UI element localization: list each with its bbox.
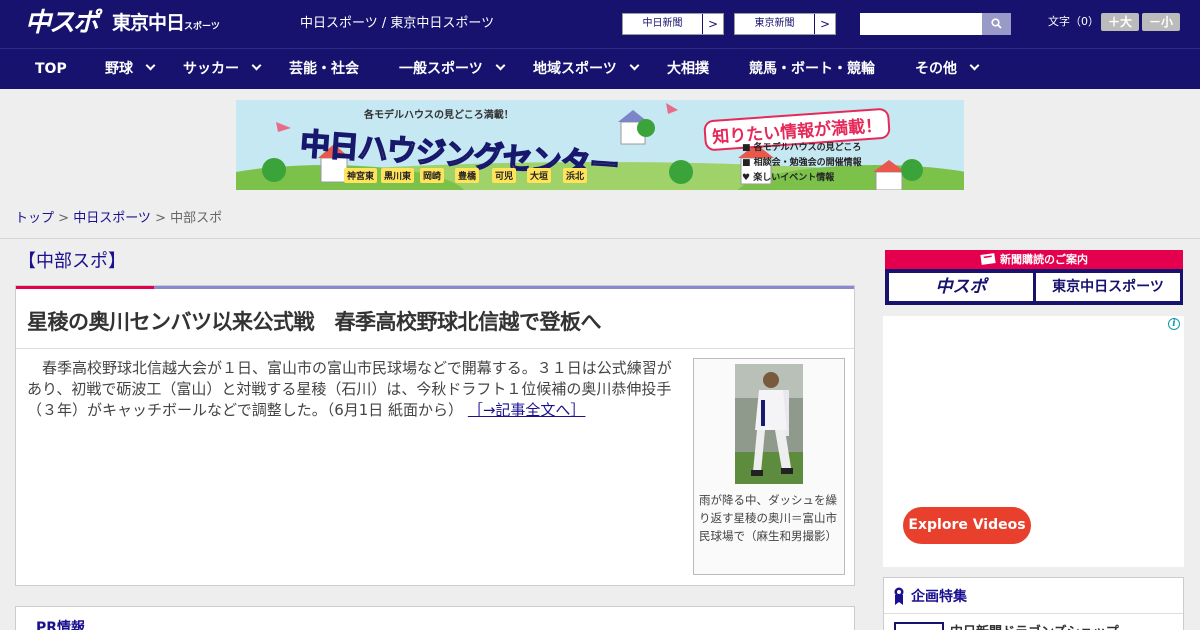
- search-button[interactable]: [982, 13, 1011, 35]
- subscribe-tokyo-chunichi-button[interactable]: 東京中日スポーツ: [1036, 273, 1180, 301]
- nav-item-racing[interactable]: 競馬・ボート・競輪: [749, 49, 875, 90]
- ad-info-icon[interactable]: i: [1168, 318, 1180, 330]
- banner-location: 豊橋: [455, 168, 480, 183]
- banner-bullet-text: 相談会・勉強会の開催情報: [753, 158, 862, 168]
- banner-location: 岡崎: [420, 168, 445, 183]
- banner-location: 神宮東: [344, 168, 378, 183]
- feature-item-link[interactable]: 中日新聞ドラゴンズショップ: [950, 621, 1119, 630]
- breadcrumb-separator: >: [150, 211, 171, 226]
- breadcrumb: トップ > 中日スポーツ > 中部スポ: [15, 210, 222, 228]
- banner-bullet: ♥ 楽しいイベント情報: [742, 173, 835, 183]
- feature-thumbnail[interactable]: [894, 622, 944, 630]
- nav-item-label: 一般スポーツ: [399, 61, 483, 77]
- banner-location: 可児: [492, 168, 517, 183]
- nav-item-other[interactable]: その他: [915, 49, 980, 90]
- chunichi-shimbun-button[interactable]: 中日新聞 >: [622, 13, 724, 35]
- nav-item-label: TOP: [35, 61, 67, 77]
- feature-section: 企画特集 中日新聞ドラゴンズショップ: [883, 577, 1184, 630]
- chevron-right-icon: >: [702, 14, 723, 34]
- tokyo-shimbun-label: 東京新聞: [754, 18, 795, 29]
- divider: [884, 613, 1183, 614]
- banner-top-text: 各モデルハウスの見どころ満載！: [364, 110, 514, 121]
- site-header: 中スポ 東京中日スポーツ 中日スポーツ / 東京中日スポーツ 中日新聞 > 東京新…: [0, 0, 1200, 48]
- nav-item-label: その他: [915, 61, 957, 77]
- banner-location: 大垣: [527, 168, 552, 183]
- chevron-down-icon: [969, 60, 980, 71]
- tokyo-chunichi-logo[interactable]: 東京中日スポーツ: [112, 10, 220, 40]
- chevron-down-icon: [145, 60, 156, 71]
- feature-title: 企画特集: [911, 589, 967, 605]
- explore-videos-button[interactable]: Explore Videos: [903, 507, 1031, 544]
- nav-item-local-sports[interactable]: 地域スポーツ: [533, 49, 640, 90]
- chevron-down-icon: [629, 60, 640, 71]
- nav-item-label: 野球: [105, 61, 133, 77]
- chevron-right-icon: >: [814, 14, 835, 34]
- banner-bullet-text: 各モデルハウスの見どころ: [753, 143, 862, 153]
- banner-location: 黒川東: [381, 168, 415, 183]
- nav-item-entertainment[interactable]: 芸能・社会: [289, 49, 359, 90]
- housing-center-ad-banner[interactable]: 各モデルハウスの見どころ満載！ 中日ハウジングセンター 知りたい情報が満載！ ■…: [236, 100, 964, 190]
- pr-title: PR情報: [36, 620, 86, 630]
- nav-item-label: 競馬・ボート・競輪: [749, 61, 875, 77]
- title-underline-accent: [16, 286, 154, 289]
- pr-section: PR情報: [15, 606, 855, 630]
- banner-bullet: ■ 各モデルハウスの見どころ: [742, 143, 862, 153]
- nav-item-soccer[interactable]: サッカー: [183, 49, 262, 90]
- breadcrumb-home-link[interactable]: トップ: [15, 211, 54, 226]
- tokyo-shimbun-button[interactable]: 東京新聞 >: [734, 13, 836, 35]
- banner-bullet: ■ 相談会・勉強会の開催情報: [742, 158, 862, 168]
- nav-item-baseball[interactable]: 野球: [105, 49, 156, 90]
- font-smaller-button[interactable]: －小: [1142, 13, 1180, 31]
- font-larger-button[interactable]: ＋大: [1101, 13, 1139, 31]
- nav-item-label: 地域スポーツ: [533, 61, 617, 77]
- subscription-header[interactable]: 新聞購読のご案内: [885, 250, 1183, 269]
- search-input[interactable]: [860, 13, 982, 35]
- category-title: 【中部スポ】: [18, 251, 126, 272]
- article-photo[interactable]: [735, 364, 803, 484]
- divider: [16, 348, 854, 349]
- site-name: 中日スポーツ / 東京中日スポーツ: [300, 16, 495, 31]
- chevron-down-icon: [495, 60, 506, 71]
- font-size-label: 文字（0）: [1048, 15, 1099, 28]
- banner-bullet-text: 楽しいイベント情報: [753, 173, 835, 183]
- breadcrumb-separator: >: [54, 211, 74, 226]
- chevron-down-icon: [251, 60, 262, 71]
- ribbon-icon: [894, 587, 904, 605]
- chuspo-logo[interactable]: 中スポ: [25, 6, 99, 40]
- nav-item-top[interactable]: TOP: [35, 49, 67, 90]
- article-body: 春季高校野球北信越大会が１日、富山市の富山市民球場などで開幕する。３１日は公式練…: [27, 358, 685, 421]
- read-more-link[interactable]: ［→記事全文へ］: [468, 401, 586, 419]
- breadcrumb-section-link[interactable]: 中日スポーツ: [73, 211, 151, 226]
- nav-item-label: 芸能・社会: [289, 61, 359, 77]
- divider: [0, 238, 1200, 239]
- video-ad: i Explore Videos: [883, 316, 1184, 567]
- tokyo-chunichi-logo-text: 東京中日: [112, 12, 185, 34]
- photo-caption: 雨が降る中、ダッシュを繰り返す星稜の奥川＝富山市民球場で（麻生和男撮影）: [699, 493, 837, 543]
- title-underline: [154, 286, 854, 289]
- subscription-header-text: 新聞購読のご案内: [1000, 253, 1088, 266]
- tokyo-chunichi-logo-small: スポーツ: [184, 22, 220, 32]
- nav-item-label: 大相撲: [667, 61, 709, 77]
- banner-location: 浜北: [563, 168, 588, 183]
- newspaper-icon: [980, 253, 996, 265]
- breadcrumb-current: 中部スポ: [170, 211, 223, 226]
- main-nav: TOP 野球 サッカー 芸能・社会 一般スポーツ 地域スポーツ 大相撲 競馬・ボ…: [0, 48, 1200, 89]
- subscription-box: 新聞購読のご案内 中スポ 東京中日スポーツ: [885, 250, 1183, 305]
- subscribe-chuspo-button[interactable]: 中スポ: [889, 273, 1033, 301]
- article-title[interactable]: 星稜の奥川センバツ以来公式戦 春季高校野球北信越で登板へ: [27, 308, 602, 336]
- article-card: 星稜の奥川センバツ以来公式戦 春季高校野球北信越で登板へ 春季高校野球北信越大会…: [15, 285, 855, 586]
- chunichi-shimbun-label: 中日新聞: [642, 18, 683, 29]
- nav-item-label: サッカー: [183, 61, 239, 77]
- search-icon: [991, 18, 1002, 29]
- nav-item-general-sports[interactable]: 一般スポーツ: [399, 49, 506, 90]
- nav-item-sumo[interactable]: 大相撲: [667, 49, 709, 90]
- article-photo-box: 雨が降る中、ダッシュを繰り返す星稜の奥川＝富山市民球場で（麻生和男撮影）: [693, 358, 845, 575]
